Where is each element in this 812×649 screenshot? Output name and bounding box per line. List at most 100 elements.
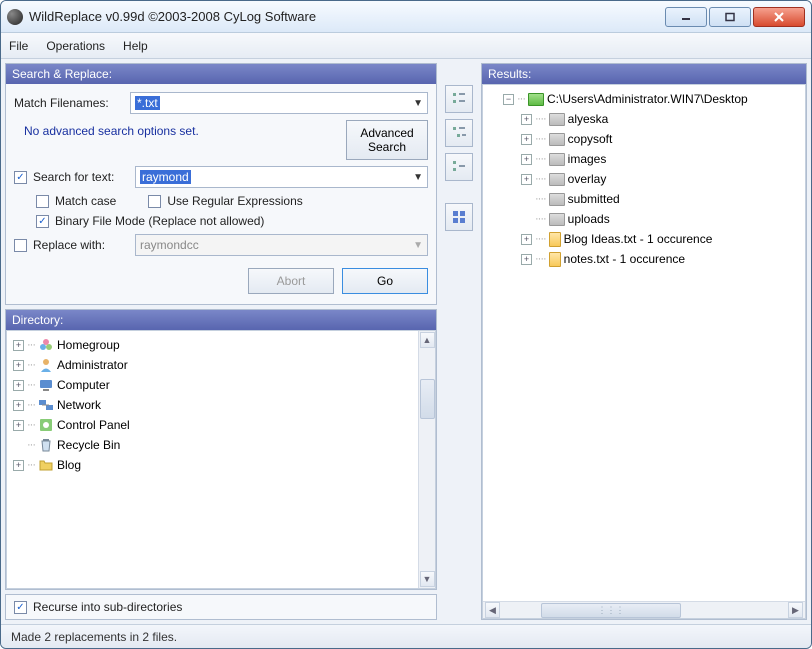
expand-icon[interactable]: +	[13, 360, 24, 371]
directory-tree[interactable]: +···Homegroup+···Administrator+···Comput…	[6, 330, 436, 589]
search-text-checkbox[interactable]	[14, 171, 27, 184]
results-item-label: notes.txt - 1 occurence	[564, 252, 685, 266]
directory-item[interactable]: +···Network	[9, 395, 433, 415]
results-item[interactable]: +····copysoft	[485, 129, 803, 149]
expand-icon[interactable]: +	[13, 340, 24, 351]
results-item[interactable]: +···· overlay	[485, 169, 803, 189]
menu-operations[interactable]: Operations	[46, 39, 105, 53]
window-title: WildReplace v0.99d ©2003-2008 CyLog Soft…	[29, 9, 665, 24]
tree-connector: ···	[517, 93, 525, 105]
maximize-button[interactable]	[709, 7, 751, 27]
replace-value: raymondcc	[140, 238, 199, 252]
go-button[interactable]: Go	[342, 268, 428, 294]
match-filenames-row: Match Filenames: *.txt ▼	[14, 92, 428, 114]
scroll-down-icon[interactable]: ▼	[420, 571, 435, 587]
menu-help[interactable]: Help	[123, 39, 148, 53]
directory-item-label: Administrator	[57, 358, 128, 372]
expand-icon[interactable]: +	[13, 460, 24, 471]
scroll-up-icon[interactable]: ▲	[420, 332, 435, 348]
directory-item[interactable]: ···Recycle Bin	[9, 435, 433, 455]
scroll-thumb[interactable]	[420, 379, 435, 419]
minimize-button[interactable]	[665, 7, 707, 27]
directory-item[interactable]: +···Blog	[9, 455, 433, 475]
left-column: Search & Replace: Match Filenames: *.txt…	[5, 63, 437, 620]
results-item[interactable]: ····uploads	[485, 209, 803, 229]
replace-combo[interactable]: raymondcc ▼	[135, 234, 428, 256]
recurse-label: Recurse into sub-directories	[33, 600, 182, 614]
dropdown-arrow-icon: ▼	[413, 172, 423, 183]
expand-icon[interactable]: +	[521, 174, 532, 185]
results-item[interactable]: +····Blog Ideas.txt - 1 occurence	[485, 229, 803, 249]
scroll-right-icon[interactable]: ▶	[788, 602, 803, 618]
directory-item[interactable]: +···Computer	[9, 375, 433, 395]
results-tree[interactable]: − ··· C:\Users\Administrator.WIN7\Deskto…	[482, 84, 806, 619]
recycle-icon	[38, 437, 54, 453]
results-item-label: overlay	[568, 172, 607, 186]
directory-item-label: Homegroup	[57, 338, 120, 352]
menu-file[interactable]: File	[9, 39, 28, 53]
search-text-combo[interactable]: raymond ▼	[135, 166, 428, 188]
advanced-search-button[interactable]: Advanced Search	[346, 120, 428, 160]
tree-view-3-button[interactable]	[445, 153, 473, 181]
results-item[interactable]: +····images	[485, 149, 803, 169]
dropdown-arrow-icon: ▼	[413, 240, 423, 251]
dropdown-arrow-icon: ▼	[413, 98, 423, 109]
expand-icon[interactable]: +	[521, 114, 532, 125]
match-case-checkbox[interactable]	[36, 195, 49, 208]
folder-icon	[549, 173, 565, 186]
app-icon	[7, 9, 23, 25]
scroll-left-icon[interactable]: ◀	[485, 602, 500, 618]
folder-icon	[549, 153, 565, 166]
regex-checkbox[interactable]	[148, 195, 161, 208]
tree-connector: ···	[27, 459, 35, 471]
tree-view-1-button[interactable]	[445, 85, 473, 113]
collapse-icon[interactable]: −	[503, 94, 514, 105]
results-item-label: copysoft	[568, 132, 613, 146]
expand-icon[interactable]: +	[521, 134, 532, 145]
search-text-row: Search for text: raymond ▼	[14, 166, 428, 188]
results-item-label: uploads	[568, 212, 610, 226]
results-item[interactable]: +····notes.txt - 1 occurence	[485, 249, 803, 269]
tree-connector: ···	[27, 439, 35, 451]
tree-connector: ····	[535, 173, 546, 185]
expand-icon[interactable]: +	[521, 234, 532, 245]
close-button[interactable]	[753, 7, 805, 27]
results-item-label: submitted	[568, 192, 620, 206]
replace-label: Replace with:	[33, 238, 129, 252]
directory-item[interactable]: +···Administrator	[9, 355, 433, 375]
expand-icon[interactable]: +	[13, 420, 24, 431]
tree-view-2-button[interactable]	[445, 119, 473, 147]
expand-icon[interactable]: +	[521, 154, 532, 165]
match-filenames-label: Match Filenames:	[14, 96, 124, 110]
directory-item[interactable]: +···Control Panel	[9, 415, 433, 435]
directory-item-label: Control Panel	[57, 418, 130, 432]
search-panel-title: Search & Replace:	[6, 64, 436, 84]
vertical-scrollbar[interactable]: ▲ ▼	[418, 331, 435, 588]
binary-label: Binary File Mode (Replace not allowed)	[55, 214, 264, 228]
replace-checkbox[interactable]	[14, 239, 27, 252]
cpanel-icon	[38, 417, 54, 433]
folder-icon	[549, 213, 565, 226]
grid-view-button[interactable]	[445, 203, 473, 231]
results-item[interactable]: +····alyeska	[485, 109, 803, 129]
tree-connector: ····	[535, 233, 546, 245]
action-row: Abort Go	[6, 264, 436, 304]
results-root-item[interactable]: − ··· C:\Users\Administrator.WIN7\Deskto…	[485, 89, 803, 109]
expand-icon[interactable]: +	[521, 254, 532, 265]
results-item[interactable]: ····submitted	[485, 189, 803, 209]
binary-checkbox[interactable]	[36, 215, 49, 228]
results-item-label: images	[568, 152, 607, 166]
results-item-label: alyeska	[568, 112, 609, 126]
expand-icon[interactable]: +	[13, 380, 24, 391]
binary-option: Binary File Mode (Replace not allowed)	[14, 214, 428, 228]
horizontal-scrollbar[interactable]: ◀ ⋮⋮⋮ ▶	[483, 601, 805, 618]
directory-item-label: Computer	[57, 378, 110, 392]
expand-icon[interactable]: +	[13, 400, 24, 411]
results-panel: Results: − ··· C:\Users\Administrator.WI…	[481, 63, 807, 620]
scroll-thumb-h[interactable]: ⋮⋮⋮	[541, 603, 681, 618]
recurse-checkbox[interactable]	[14, 601, 27, 614]
match-filenames-combo[interactable]: *.txt ▼	[130, 92, 428, 114]
abort-button[interactable]: Abort	[248, 268, 334, 294]
directory-item[interactable]: +···Homegroup	[9, 335, 433, 355]
match-case-option: Match case	[36, 194, 116, 208]
